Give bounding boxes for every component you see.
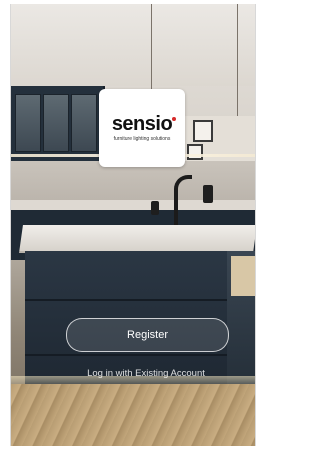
bottle — [203, 185, 213, 203]
app-screen: sensio furniture lighting solutions Regi… — [10, 4, 256, 446]
picture-frame — [193, 120, 213, 142]
glass-pane — [15, 94, 41, 152]
wood-floor — [11, 384, 255, 446]
rear-counter — [11, 200, 255, 210]
logo-tagline: furniture lighting solutions — [113, 136, 171, 142]
logo-wordmark: sensio — [111, 113, 177, 135]
bottle — [151, 201, 159, 215]
logo-text: sensio — [111, 113, 173, 135]
pendant-wire — [237, 4, 238, 124]
island-groove — [25, 354, 227, 356]
island-groove — [25, 299, 227, 301]
login-existing-account-link[interactable]: Log in with Existing Account — [51, 368, 241, 384]
ceiling — [11, 4, 255, 86]
glass-pane — [71, 94, 97, 152]
sensio-logo: sensio furniture lighting solutions — [99, 89, 185, 167]
register-button[interactable]: Register — [66, 318, 229, 352]
logo-accent-dot — [172, 117, 177, 121]
picture-frame — [187, 144, 203, 160]
glass-pane — [43, 94, 69, 152]
island-countertop — [19, 225, 255, 253]
open-shelf — [231, 256, 255, 296]
